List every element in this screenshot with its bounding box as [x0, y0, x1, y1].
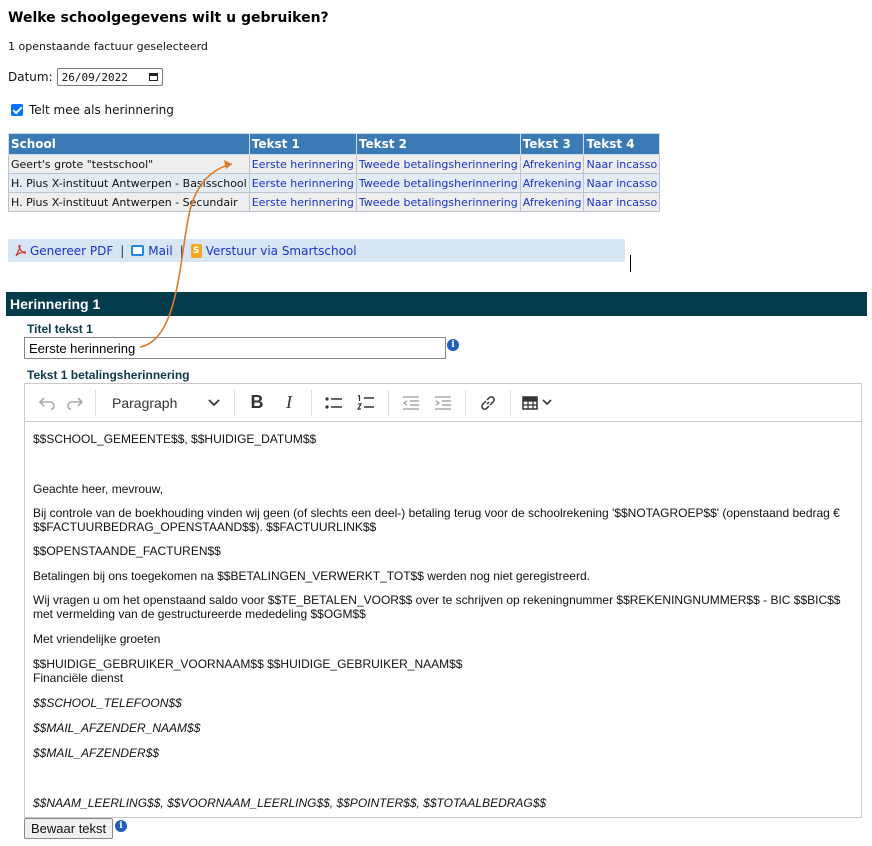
link-icon[interactable] [472, 388, 504, 418]
info-icon[interactable]: i [115, 820, 127, 832]
school-name: H. Pius X-instituut Antwerpen - Basissch… [8, 173, 250, 193]
toolbar-divider [510, 389, 511, 416]
smartschool-link[interactable]: Verstuur via Smartschool [206, 244, 357, 258]
section-header: Herinnering 1 [6, 292, 867, 316]
text-link-1[interactable]: Eerste herinnering [248, 173, 357, 193]
text-link-2[interactable]: Tweede betalingsherinnering [355, 192, 521, 212]
paragraph-format-select[interactable]: Paragraph [102, 388, 228, 418]
editor-label: Tekst 1 betalingsherinnering [27, 368, 190, 382]
editor-paragraph: Wij vragen u om het openstaand saldo voo… [33, 593, 841, 621]
table-row: H. Pius X-instituut Antwerpen - Secundai… [8, 192, 661, 212]
mail-icon [131, 245, 145, 256]
editor-paragraph: $$HUIDIGE_GEBRUIKER_VOORNAAM$$ $$HUIDIGE… [33, 657, 463, 671]
reminder-checkbox[interactable] [11, 104, 23, 116]
reminder-option: Telt mee als herinnering [11, 103, 174, 117]
toolbar-divider [95, 389, 96, 416]
undo-icon[interactable] [33, 388, 61, 418]
date-label: Datum: [8, 70, 53, 84]
text-link-3[interactable]: Afrekening [519, 154, 585, 174]
editor-toolbar: Paragraph B I [25, 384, 861, 422]
selection-summary: 1 openstaande factuur geselecteerd [8, 40, 208, 53]
editor-paragraph: Betalingen bij ons toegekomen na $$BETAL… [33, 569, 590, 583]
text-link-3[interactable]: Afrekening [519, 173, 585, 193]
separator: | [120, 243, 125, 258]
smartschool-icon: S [190, 243, 202, 258]
editor-paragraph: $$SCHOOL_GEMEENTE$$, $$HUIDIGE_DATUM$$ [33, 432, 317, 446]
indent-icon[interactable] [427, 388, 459, 418]
text-link-1[interactable]: Eerste herinnering [248, 154, 357, 174]
editor-paragraph: Geachte heer, mevrouw, [33, 482, 164, 496]
title-field-label: Titel tekst 1 [27, 322, 93, 336]
pdf-icon [14, 244, 27, 257]
reminder-checkbox-label[interactable]: Telt mee als herinnering [29, 103, 174, 117]
text-link-4[interactable]: Naar incasso [583, 154, 661, 174]
school-name: Geert's grote "testschool" [8, 154, 250, 174]
text-cursor [630, 255, 631, 272]
column-header-tekst-3: Tekst 3 [519, 133, 585, 155]
toolbar-divider [465, 389, 466, 416]
text-link-1[interactable]: Eerste herinnering [248, 192, 357, 212]
text-link-2[interactable]: Tweede betalingsherinnering [355, 173, 521, 193]
table-row: H. Pius X-instituut Antwerpen - Basissch… [8, 173, 661, 193]
save-text-button[interactable]: Bewaar tekst [24, 818, 114, 839]
outdent-icon[interactable] [395, 388, 427, 418]
column-header-tekst-1: Tekst 1 [248, 133, 357, 155]
text-link-3[interactable]: Afrekening [519, 192, 585, 212]
date-value: 26/09/2022 [61, 70, 128, 84]
editor-paragraph: Financiële dienst [33, 671, 124, 685]
redo-icon[interactable] [61, 388, 89, 418]
table-header-row: School Tekst 1 Tekst 2 Tekst 3 Tekst 4 [8, 133, 661, 155]
date-input[interactable]: 26/09/2022 [56, 68, 163, 86]
page-title: Welke schoolgegevens wilt u gebruiken? [8, 10, 329, 26]
italic-icon[interactable]: I [273, 388, 305, 418]
text-link-2[interactable]: Tweede betalingsherinnering [355, 154, 521, 174]
editor-paragraph: $$MAIL_AFZENDER_NAAM$$ [33, 721, 201, 735]
text-link-4[interactable]: Naar incasso [583, 173, 661, 193]
column-header-school: School [8, 133, 250, 155]
separator: | [179, 243, 184, 258]
school-table: School Tekst 1 Tekst 2 Tekst 3 Tekst 4 G… [8, 133, 661, 212]
column-header-tekst-2: Tekst 2 [355, 133, 521, 155]
school-name: H. Pius X-instituut Antwerpen - Secundai… [8, 192, 250, 212]
toolbar-divider [234, 389, 235, 416]
editor-content[interactable]: $$SCHOOL_GEMEENTE$$, $$HUIDIGE_DATUM$$ G… [25, 422, 861, 820]
editor-paragraph: $$MAIL_AFZENDER$$ [33, 746, 160, 760]
info-icon[interactable]: i [447, 339, 459, 351]
toolbar-divider [388, 389, 389, 416]
paragraph-format-value: Paragraph [112, 394, 178, 411]
toolbar-divider [311, 389, 312, 416]
chevron-down-icon [208, 398, 220, 406]
bold-icon[interactable]: B [241, 388, 273, 418]
editor-paragraph: Met vriendelijke groeten [33, 632, 161, 646]
date-row: Datum: 26/09/2022 [8, 68, 163, 86]
column-header-tekst-4: Tekst 4 [583, 133, 661, 155]
action-bar: Genereer PDF | Mail | S Verstuur via Sma… [8, 239, 625, 262]
mail-link[interactable]: Mail [148, 244, 172, 258]
rich-text-editor: Paragraph B I $$SCHOOL_GEMEENTE$$, $$HUI… [24, 383, 862, 818]
table-insert-icon[interactable] [517, 388, 557, 418]
generate-pdf-link[interactable]: Genereer PDF [30, 244, 113, 258]
text-link-4[interactable]: Naar incasso [583, 192, 661, 212]
title-input[interactable] [24, 337, 446, 359]
bulleted-list-icon[interactable] [318, 388, 350, 418]
numbered-list-icon[interactable] [350, 388, 382, 418]
calendar-icon[interactable] [148, 73, 158, 81]
editor-paragraph: $$SCHOOL_TELEFOON$$ [33, 696, 182, 710]
editor-paragraph: $$OPENSTAANDE_FACTUREN$$ [33, 544, 221, 558]
editor-paragraph: $$NAAM_LEERLING$$, $$VOORNAAM_LEERLING$$… [33, 796, 547, 810]
table-row: Geert's grote "testschool" Eerste herinn… [8, 154, 661, 174]
editor-paragraph: Bij controle van de boekhouding vinden w… [33, 506, 840, 534]
